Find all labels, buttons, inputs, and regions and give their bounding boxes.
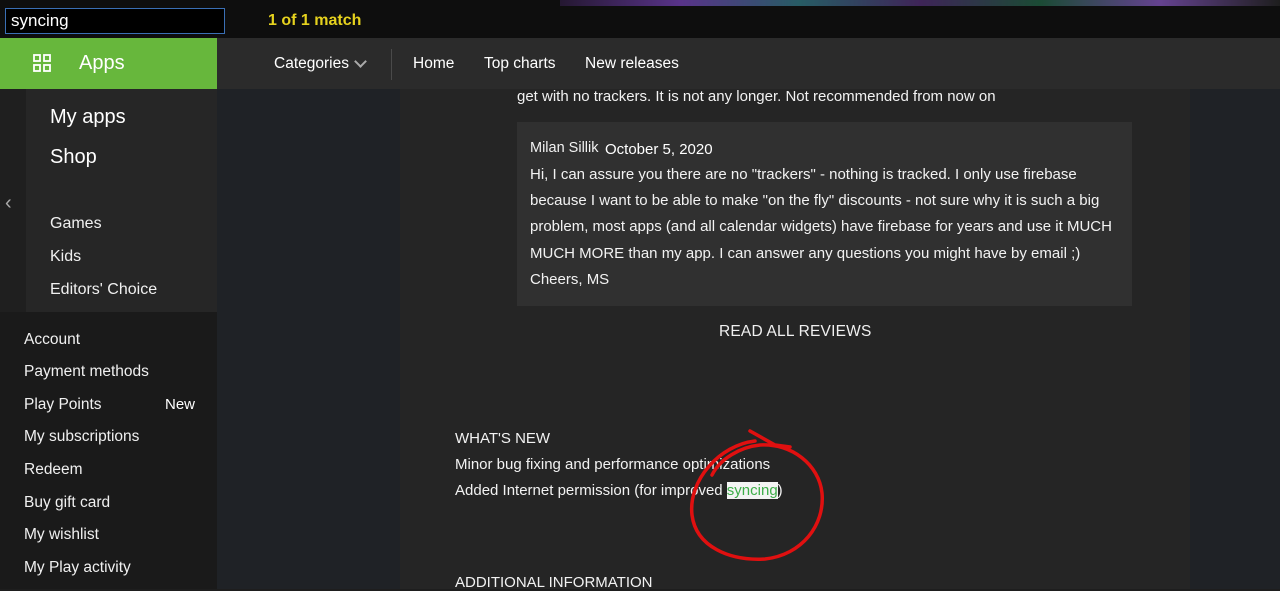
apps-label: Apps <box>79 52 125 74</box>
sidebar-item-editors-choice[interactable]: Editors' Choice <box>50 281 157 299</box>
apps-grid-icon <box>33 54 51 72</box>
reply-date: October 5, 2020 <box>605 141 713 158</box>
chevron-left-icon[interactable]: ‹ <box>5 192 12 215</box>
developer-reply: Milan Sillik October 5, 2020 Hi, I can a… <box>517 122 1132 306</box>
chevron-down-icon[interactable] <box>354 55 367 68</box>
sidebar: Apps ‹ My apps Shop Games Kids Editors' … <box>0 38 217 589</box>
apps-header[interactable]: Apps <box>0 38 217 89</box>
read-all-reviews-button[interactable]: READ ALL REVIEWS <box>719 323 872 341</box>
new-badge: New <box>165 396 196 413</box>
sidebar-item-redeem[interactable]: Redeem <box>24 461 83 479</box>
nav-divider <box>391 49 392 80</box>
whats-new-line-suffix: ) <box>777 482 783 499</box>
sidebar-item-shop[interactable]: Shop <box>50 146 97 169</box>
find-match-highlight: syncing <box>726 482 778 499</box>
sidebar-item-buy-gift-card[interactable]: Buy gift card <box>24 494 110 512</box>
nav-top-charts[interactable]: Top charts <box>484 55 556 73</box>
sidebar-item-kids[interactable]: Kids <box>50 248 81 266</box>
sidebar-item-account[interactable]: Account <box>24 331 80 349</box>
reply-author: Milan Sillik <box>530 140 599 156</box>
sidebar-item-play-points[interactable]: Play Points <box>24 396 102 414</box>
find-input[interactable] <box>5 8 225 34</box>
sidebar-item-payment-methods[interactable]: Payment methods <box>24 363 149 381</box>
find-match-count: 1 of 1 match <box>268 12 362 29</box>
nav-home[interactable]: Home <box>413 55 454 73</box>
sidebar-item-my-wishlist[interactable]: My wishlist <box>24 526 99 544</box>
review-text: get with no trackers. It is not any long… <box>517 88 996 105</box>
nav-new-releases[interactable]: New releases <box>585 55 679 73</box>
sidebar-nav-group: My apps Shop Games Kids Editors' Choice <box>26 89 217 312</box>
whats-new-title: WHAT'S NEW <box>455 430 551 447</box>
find-bar: 1 of 1 match <box>0 0 1280 38</box>
top-nav: Categories Home Top charts New releases <box>217 38 1280 89</box>
sidebar-collapse[interactable]: ‹ <box>0 89 26 312</box>
whats-new-line: Added Internet permission (for improved … <box>455 482 783 499</box>
wallpaper-strip <box>560 0 1280 6</box>
whats-new-line-prefix: Added Internet permission (for improved <box>455 482 727 499</box>
additional-info-title: ADDITIONAL INFORMATION <box>455 574 653 591</box>
sidebar-item-my-subscriptions[interactable]: My subscriptions <box>24 428 139 446</box>
categories-dropdown[interactable]: Categories <box>274 55 349 73</box>
reply-text: Hi, I can assure you there are no "track… <box>530 166 1112 288</box>
sidebar-item-games[interactable]: Games <box>50 215 102 233</box>
whats-new-line: Minor bug fixing and performance optimiz… <box>455 456 771 473</box>
sidebar-item-my-play-activity[interactable]: My Play activity <box>24 559 131 577</box>
sidebar-item-my-apps[interactable]: My apps <box>50 106 126 129</box>
